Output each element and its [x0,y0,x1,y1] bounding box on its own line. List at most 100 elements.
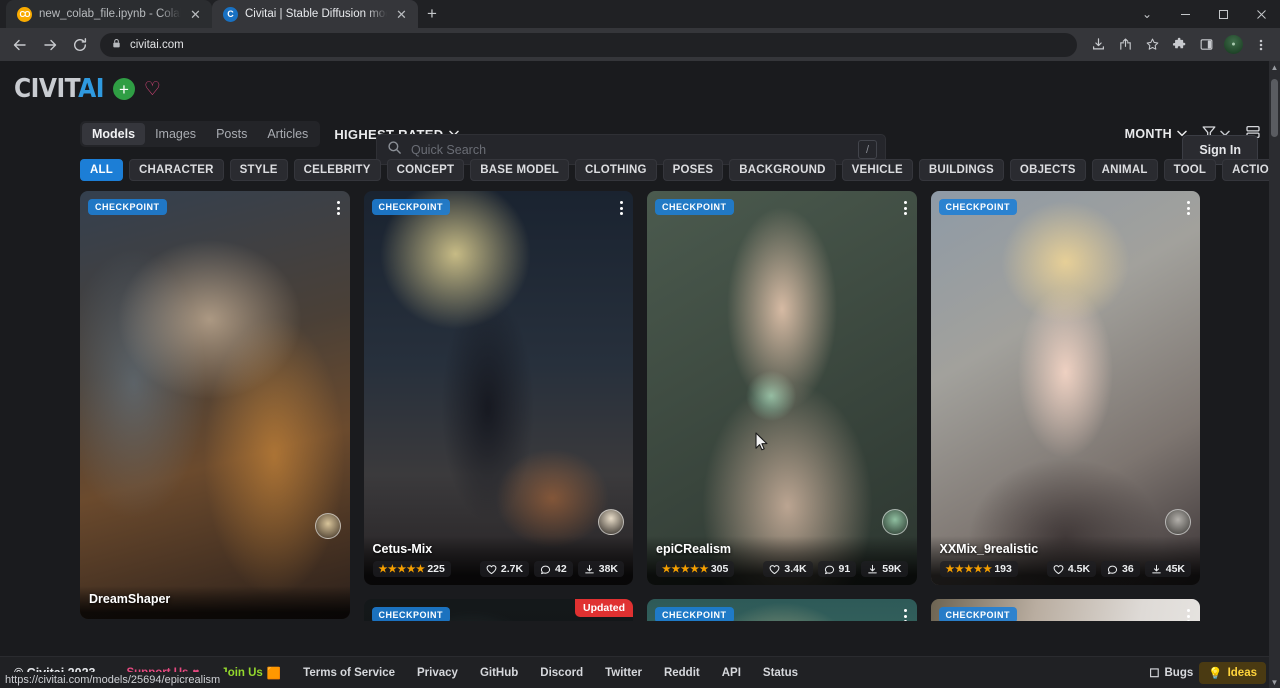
model-type-badge: CHECKPOINT [939,199,1018,215]
footer-link-github[interactable]: GitHub [469,667,529,679]
heart-icon[interactable]: ♡ [144,80,161,99]
comment-bubble-icon [824,564,835,575]
browser-tab-colab[interactable]: CO new_colab_file.ipynb - Colaborat ✕ [6,0,212,28]
card-more-menu-icon[interactable] [901,606,910,621]
model-card[interactable]: CHECKPOINT DreamShaper [80,191,350,619]
share-icon[interactable] [1112,31,1139,58]
grid-column-1: CHECKPOINT DreamShaper [80,191,350,621]
downloads-badge: 38K [578,561,624,577]
model-card[interactable]: CHECKPOINT Updated [364,599,634,621]
tab-search-icon[interactable]: ⌄ [1128,0,1166,28]
heart-icon [1053,564,1064,575]
address-text: civitai.com [130,39,184,51]
address-bar[interactable]: civitai.com [100,33,1077,57]
back-button[interactable] [6,31,34,59]
maximize-button[interactable] [1204,0,1242,28]
category-chip-clothing[interactable]: CLOTHING [575,159,657,181]
status-bar-url: https://civitai.com/models/25694/epicrea… [0,672,227,688]
footer-right-controls: ☐ Bugs 💡 Ideas [1149,662,1266,684]
scroll-down-arrow-icon[interactable]: ▼ [1269,676,1280,688]
extensions-puzzle-icon[interactable] [1166,31,1193,58]
category-chip-tool[interactable]: TOOL [1164,159,1217,181]
create-plus-button[interactable]: + [113,78,135,100]
reload-button[interactable] [66,31,94,59]
period-dropdown[interactable]: MONTH [1125,127,1187,141]
forward-button[interactable] [36,31,64,59]
category-chip-base-model[interactable]: BASE MODEL [470,159,569,181]
install-icon[interactable] [1085,31,1112,58]
category-chip-concept[interactable]: CONCEPT [387,159,465,181]
tab-close-icon[interactable]: ✕ [188,7,203,22]
tab-images[interactable]: Images [145,123,206,145]
card-more-menu-icon[interactable] [1184,606,1193,621]
download-icon [1151,564,1162,575]
heart-icon [486,564,497,575]
download-icon [867,564,878,575]
page-content: CIVITAI + ♡ Quick Search / Sign In Model… [0,61,1280,688]
downloads-count: 38K [599,563,618,575]
footer-link-status[interactable]: Status [752,667,809,679]
logo-text-ai: AI [78,74,104,104]
card-more-menu-icon[interactable] [1184,198,1193,218]
side-panel-icon[interactable] [1193,31,1220,58]
creator-avatar[interactable] [1165,509,1191,535]
profile-avatar[interactable]: ● [1220,31,1247,58]
rating-badge: ★★★★★ 225 [373,561,451,577]
footer-link-privacy[interactable]: Privacy [406,667,469,679]
card-more-menu-icon[interactable] [901,198,910,218]
model-card[interactable]: CHECKPOINT [931,599,1201,621]
comments-count: 42 [555,563,567,575]
scrollbar-thumb[interactable] [1271,79,1278,137]
download-icon [584,564,595,575]
category-chip-objects[interactable]: OBJECTS [1010,159,1086,181]
category-chip-character[interactable]: CHARACTER [129,159,224,181]
comments-badge: 91 [818,561,857,577]
new-tab-button[interactable]: + [418,0,446,28]
footer-link-terms-of-service[interactable]: Terms of Service [292,667,406,679]
category-chip-animal[interactable]: ANIMAL [1092,159,1158,181]
rating-badge: ★★★★★ 193 [940,561,1018,577]
model-title: Cetus-Mix [373,542,625,556]
creator-avatar[interactable] [315,513,341,539]
tab-posts[interactable]: Posts [206,123,257,145]
model-title: XXMix_9realistic [940,542,1192,556]
star-rating-icon: ★★★★★ [662,564,709,575]
tab-title: new_colab_file.ipynb - Colaborat [39,8,181,20]
card-stats: ★★★★★ 193 4.5K [940,561,1192,577]
more-menu-icon[interactable] [1247,31,1274,58]
page-scrollbar[interactable]: ▲ ▼ [1269,61,1280,688]
category-chip-poses[interactable]: POSES [663,159,724,181]
card-more-menu-icon[interactable] [617,198,626,218]
model-card[interactable]: CHECKPOINT [647,599,917,621]
tab-close-icon[interactable]: ✕ [394,7,409,22]
close-window-button[interactable] [1242,0,1280,28]
category-chip-all[interactable]: ALL [80,159,123,181]
category-chip-celebrity[interactable]: CELEBRITY [294,159,381,181]
footer-link-api[interactable]: API [711,667,752,679]
model-card[interactable]: CHECKPOINT XXMix_9realistic ★★★★★ 193 [931,191,1201,585]
creator-avatar[interactable] [598,509,624,535]
category-chip-vehicle[interactable]: VEHICLE [842,159,913,181]
lightbulb-icon: 💡 [1208,666,1222,680]
ideas-button[interactable]: 💡 Ideas [1199,662,1266,684]
category-chip-style[interactable]: STYLE [230,159,288,181]
footer-link-twitter[interactable]: Twitter [594,667,653,679]
card-more-menu-icon[interactable] [334,198,343,218]
minimize-button[interactable] [1166,0,1204,28]
footer-link-discord[interactable]: Discord [529,667,594,679]
scroll-up-arrow-icon[interactable]: ▲ [1269,61,1280,73]
model-card[interactable]: CHECKPOINT epiCRealism ★★★★★ 305 [647,191,917,585]
category-chip-background[interactable]: BACKGROUND [729,159,835,181]
browser-tab-civitai[interactable]: C Civitai | Stable Diffusion models, ✕ [212,0,418,28]
model-card[interactable]: CHECKPOINT Cetus-Mix ★★★★★ 225 [364,191,634,585]
tab-models[interactable]: Models [82,123,145,145]
category-chip-buildings[interactable]: BUILDINGS [919,159,1004,181]
bookmark-star-icon[interactable] [1139,31,1166,58]
civitai-logo[interactable]: CIVITAI + ♡ [14,74,161,104]
tab-articles[interactable]: Articles [257,123,318,145]
bugs-button[interactable]: ☐ Bugs [1149,666,1193,680]
category-filter-row[interactable]: ALL CHARACTER STYLE CELEBRITY CONCEPT BA… [0,151,1280,191]
creator-avatar[interactable] [882,509,908,535]
ideas-label: Ideas [1228,667,1257,679]
footer-link-reddit[interactable]: Reddit [653,667,711,679]
